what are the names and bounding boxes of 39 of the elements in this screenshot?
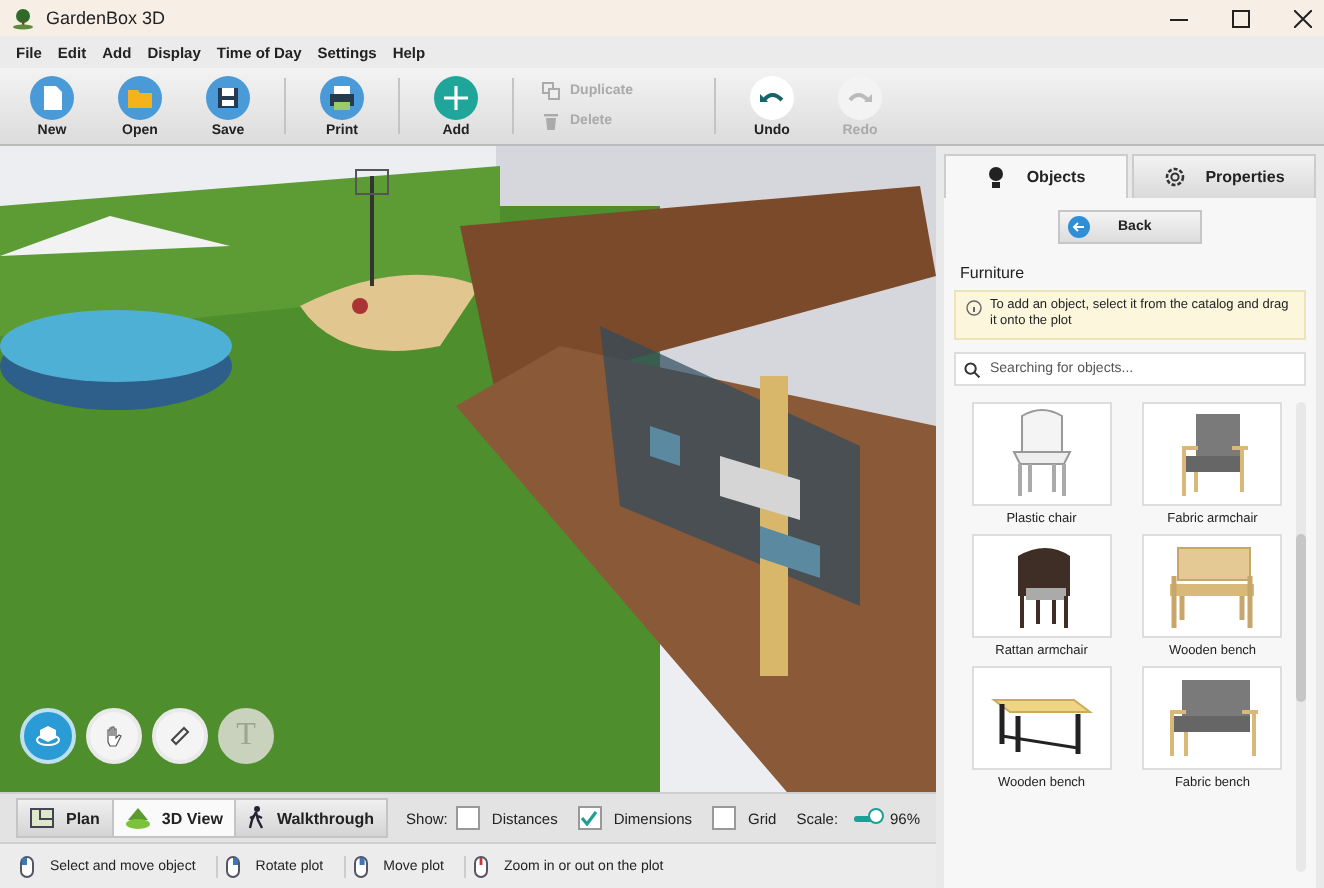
tree-logo-icon [12, 7, 34, 29]
view-mode-tab[interactable]: Plan [16, 798, 114, 839]
duplicate-icon [542, 82, 560, 100]
save-icon [206, 75, 250, 119]
panel-tab[interactable]: Objects [944, 154, 1128, 198]
document-icon [30, 75, 74, 119]
scale-slider[interactable] [854, 808, 878, 829]
scrollbar[interactable] [1296, 401, 1306, 872]
person-icon [986, 166, 1007, 188]
window-title: GardenBox 3D [46, 8, 166, 28]
checkbox[interactable] [455, 806, 480, 831]
view-mode-tab[interactable]: 3D View [111, 798, 237, 839]
floor-plan-icon [30, 808, 54, 829]
printer-icon [320, 75, 364, 119]
maximize-icon[interactable] [1232, 9, 1250, 27]
close-icon[interactable] [1294, 9, 1312, 27]
hand-icon [102, 724, 126, 749]
tree-icon [125, 807, 150, 830]
info-icon [966, 300, 982, 316]
checkbox[interactable] [712, 806, 737, 831]
check-icon [580, 810, 599, 827]
mouse-icon [353, 855, 368, 878]
orbit-icon [36, 724, 60, 749]
checkbox[interactable] [577, 806, 602, 831]
settings-icon [1163, 166, 1186, 188]
view-mode-tab[interactable]: Walkthrough [234, 798, 389, 839]
mouse-icon [20, 855, 34, 878]
ruler-icon [168, 724, 192, 749]
back-arrow-icon [1068, 216, 1090, 238]
mouse-icon [473, 855, 488, 878]
category-heading: Furniture [960, 264, 1027, 282]
panel-tab[interactable]: Properties [1132, 154, 1316, 198]
slider-thumb[interactable] [867, 808, 884, 825]
folder-icon [118, 75, 162, 119]
trash-icon [542, 112, 560, 130]
undo-icon [750, 75, 794, 119]
walking-person-icon [248, 806, 265, 831]
mouse-icon [225, 855, 240, 878]
add-icon [434, 75, 478, 119]
